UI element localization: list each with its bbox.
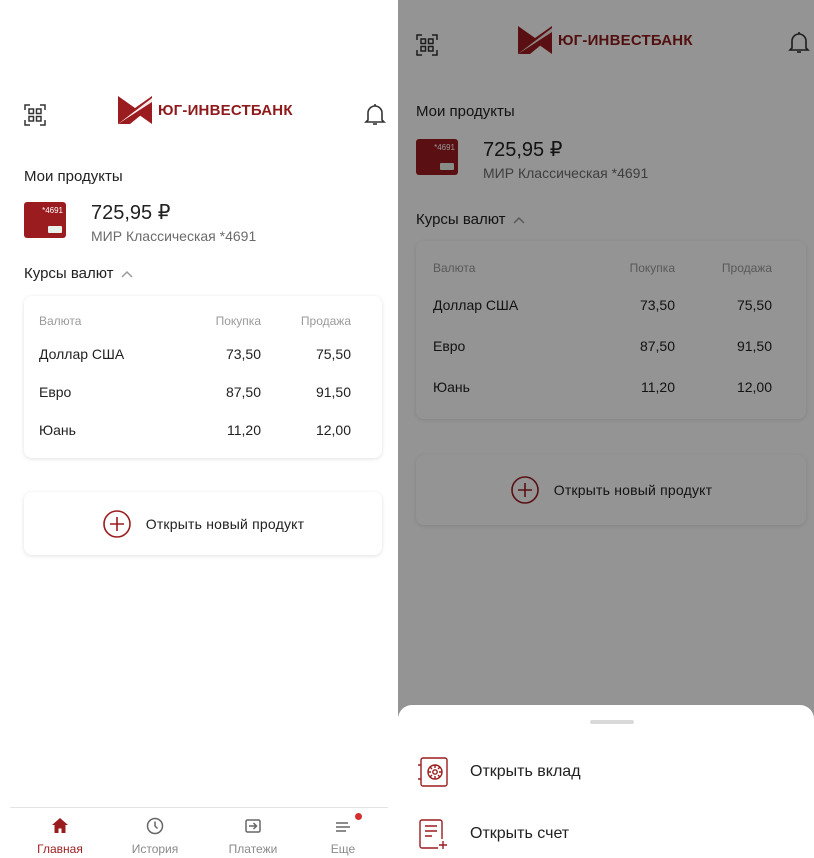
nav-label-history: История bbox=[131, 842, 179, 856]
open-new-product-label: Открыть новый продукт bbox=[145, 515, 305, 532]
notification-badge bbox=[355, 813, 362, 820]
rates-header-sell: Продажа bbox=[300, 314, 351, 328]
bank-logo-mark-icon bbox=[118, 96, 152, 124]
rate-sell: 91,50 bbox=[315, 384, 351, 400]
sheet-item-open-account[interactable]: Открыть счет bbox=[416, 817, 569, 851]
rate-currency: Юань bbox=[39, 422, 76, 438]
safe-icon bbox=[418, 757, 448, 787]
nav-item-payments[interactable]: Платежи bbox=[218, 816, 288, 856]
open-new-product-button[interactable]: Открыть новый продукт bbox=[24, 492, 382, 555]
nav-label-more: Еще bbox=[330, 842, 356, 856]
bank-logo-text: ЮГ-ИНВЕСТБАНК bbox=[158, 101, 293, 119]
rates-header-buy: Покупка bbox=[215, 314, 261, 328]
menu-icon bbox=[336, 822, 350, 832]
home-screen-with-sheet: ЮГ-ИНВЕСТБАНК Мои продукты *4691 725,95 … bbox=[398, 0, 814, 858]
rate-currency: Евро bbox=[39, 384, 72, 400]
product-amount: 725,95 ₽ bbox=[91, 202, 171, 224]
rate-buy: 73,50 bbox=[225, 346, 261, 362]
bottom-sheet: Открыть вклад Открыть счет bbox=[398, 705, 814, 858]
bell-icon[interactable] bbox=[364, 102, 386, 126]
nav-item-more[interactable]: Еще bbox=[308, 813, 378, 856]
card-thumbnail: *4691 bbox=[24, 202, 66, 238]
rates-toggle[interactable]: Курсы валют bbox=[24, 265, 134, 282]
home-icon bbox=[52, 818, 68, 833]
rates-table: Валюта Покупка Продажа Доллар США 73,50 … bbox=[24, 296, 382, 458]
rate-sell: 12,00 bbox=[315, 422, 351, 438]
rates-header-currency: Валюта bbox=[39, 314, 82, 328]
clock-icon bbox=[146, 817, 164, 835]
card-number: *4691 bbox=[42, 206, 63, 215]
mir-logo-icon bbox=[48, 226, 62, 233]
rate-currency: Доллар США bbox=[39, 346, 125, 362]
nav-item-history[interactable]: История bbox=[120, 816, 190, 856]
product-info: 725,95 ₽ МИР Классическая *4691 bbox=[91, 202, 256, 244]
bottom-navigation: Главная История Платежи Еще bbox=[10, 807, 388, 858]
home-screen: ЮГ-ИНВЕСТБАНК Мои продукты *4691 725,95 … bbox=[0, 0, 398, 858]
rate-sell: 75,50 bbox=[315, 346, 351, 362]
sheet-item-label: Открыть счет bbox=[470, 825, 570, 842]
product-name: МИР Классическая *4691 bbox=[91, 228, 257, 244]
nav-label-home: Главная bbox=[37, 842, 83, 856]
product-card-item[interactable]: *4691 725,95 ₽ МИР Классическая *4691 bbox=[24, 202, 256, 244]
rate-buy: 87,50 bbox=[225, 384, 261, 400]
nav-label-payments: Платежи bbox=[228, 842, 278, 856]
rate-buy: 11,20 bbox=[227, 422, 261, 438]
sheet-item-open-deposit[interactable]: Открыть вклад bbox=[416, 755, 581, 789]
bank-logo: ЮГ-ИНВЕСТБАНК bbox=[118, 96, 293, 124]
chevron-up-icon bbox=[121, 270, 133, 278]
nav-item-home[interactable]: Главная bbox=[25, 816, 95, 856]
document-add-icon bbox=[419, 819, 447, 849]
payments-icon bbox=[245, 819, 261, 833]
sheet-drag-handle[interactable] bbox=[590, 720, 634, 724]
plus-circle-icon bbox=[102, 509, 131, 538]
app-header: ЮГ-ИНВЕСТБАНК bbox=[0, 96, 398, 136]
products-title: Мои продукты bbox=[24, 168, 123, 185]
sheet-item-label: Открыть вклад bbox=[470, 763, 581, 780]
rates-title: Курсы валют bbox=[24, 265, 114, 282]
qr-scan-icon[interactable] bbox=[24, 104, 46, 126]
